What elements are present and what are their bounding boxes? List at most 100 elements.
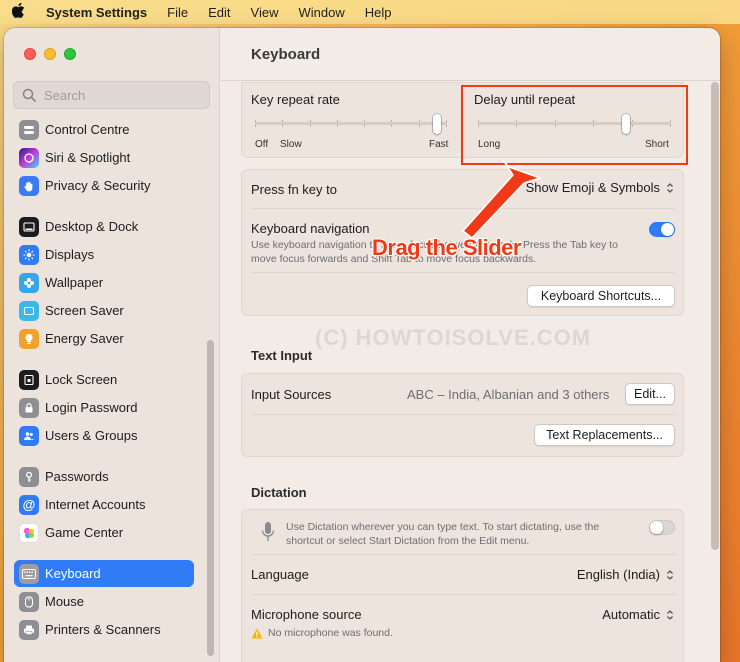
dictation-heading: Dictation [251,485,307,500]
sidebar-item-label: Displays [45,247,95,262]
minimize-window-button[interactable] [44,48,56,60]
sidebar-item-label: Wallpaper [45,275,104,290]
sidebar-item-label: Internet Accounts [45,497,146,512]
search-placeholder: Search [44,87,86,103]
menu-app-name[interactable]: System Settings [46,5,147,20]
flower-icon [19,272,39,293]
sidebar-item-label: Screen Saver [45,303,124,318]
dictation-toggle[interactable] [649,520,675,535]
sidebar-item-mouse[interactable]: Mouse [14,588,194,615]
microphone-warning: No microphone was found. [268,627,393,639]
sidebar-item-control-centre[interactable]: Control Centre [14,116,194,143]
search-icon [22,88,36,102]
sidebar-item-label: Login Password [45,400,138,415]
menu-help[interactable]: Help [365,5,392,20]
language-popup[interactable]: English (India) [577,567,674,582]
sidebar-item-printers-scanners[interactable]: Printers & Scanners [14,616,194,643]
at-icon: @ [19,494,39,515]
chevron-updown-icon [666,182,674,194]
text-replacements-button[interactable]: Text Replacements... [534,424,675,446]
microphone-source-value: Automatic [602,607,660,622]
bulb-icon [19,328,39,349]
dictation-card: Use Dictation wherever you can type text… [241,509,684,662]
sidebar-item-desktop-dock[interactable]: Desktop & Dock [14,213,194,240]
sidebar-item-game-center[interactable]: Game Center [14,519,194,546]
key-repeat-label: Key repeat rate [251,92,340,107]
apple-menu-icon[interactable] [11,2,30,21]
key-icon [19,466,39,487]
sidebar-item-label: Game Center [45,525,124,540]
key-repeat-off-label: Off [255,139,269,150]
sidebar-item-label: Privacy & Security [45,178,151,193]
sidebar-item-internet-accounts[interactable]: @ Internet Accounts [14,491,194,518]
row-divider [252,272,675,273]
menu-edit[interactable]: Edit [208,5,230,20]
microphone-icon [261,521,275,546]
key-repeat-slow-label: Slow [280,139,302,150]
slider-track [255,122,447,125]
sidebar-item-passwords[interactable]: Passwords [14,463,194,490]
input-sources-value: ABC – India, Albanian and 3 others [407,387,610,402]
sidebar-item-label: Printers & Scanners [45,622,161,637]
sidebar-item-lock-screen[interactable]: Lock Screen [14,366,194,393]
control-centre-icon [19,119,39,140]
warning-icon [251,627,263,642]
input-sources-label: Input Sources [251,387,332,402]
text-input-heading: Text Input [251,348,313,363]
sidebar-item-label: Users & Groups [45,428,138,443]
chevron-updown-icon [666,609,674,621]
language-label: Language [251,567,309,582]
printer-icon [19,619,39,640]
microphone-source-label: Microphone source [251,607,362,622]
sidebar-item-label: Control Centre [45,122,130,137]
lock-screen-icon [19,369,39,390]
hand-icon [19,175,39,196]
key-repeat-slider[interactable] [255,112,447,136]
page-title: Keyboard [251,46,321,63]
sidebar-item-energy-saver[interactable]: Energy Saver [14,325,194,352]
close-window-button[interactable] [24,48,36,60]
sidebar: Search Control Centre Siri & Spotlight P… [4,28,220,662]
sidebar-item-label: Keyboard [45,566,101,581]
sidebar-item-wallpaper[interactable]: Wallpaper [14,269,194,296]
annotation-highlight-box [461,85,688,165]
menu-bar: System Settings File Edit View Window He… [0,0,740,24]
sidebar-item-keyboard[interactable]: Keyboard [14,560,194,587]
microphone-source-popup[interactable]: Automatic [602,607,674,622]
main-scrollbar[interactable] [711,82,719,550]
sun-icon [19,244,39,265]
sidebar-scrollbar[interactable] [207,340,214,656]
sidebar-item-privacy-security[interactable]: Privacy & Security [14,172,194,199]
dictation-description: Use Dictation wherever you can type text… [286,521,600,547]
sidebar-item-label: Desktop & Dock [45,219,139,234]
zoom-window-button[interactable] [64,48,76,60]
search-field[interactable]: Search [13,81,210,109]
sidebar-item-label: Mouse [45,594,85,609]
keyboard-shortcuts-button[interactable]: Keyboard Shortcuts... [527,285,675,307]
chevron-updown-icon [666,569,674,581]
fn-key-popup[interactable]: Show Emoji & Symbols [526,180,674,195]
siri-icon [19,147,39,168]
dock-icon [19,216,39,237]
input-sources-edit-button[interactable]: Edit... [625,383,675,405]
sidebar-item-label: Lock Screen [45,372,118,387]
fn-key-label: Press fn key to [251,182,337,197]
menu-window[interactable]: Window [298,5,344,20]
sidebar-item-displays[interactable]: Displays [14,241,194,268]
keyboard-nav-toggle[interactable] [649,222,675,237]
users-icon [19,425,39,446]
title-divider [221,80,720,81]
sidebar-item-siri-spotlight[interactable]: Siri & Spotlight [14,144,194,171]
keyboard-nav-label: Keyboard navigation [251,221,370,236]
text-input-card: Input Sources ABC – India, Albanian and … [241,373,684,457]
row-divider [252,208,675,209]
game-center-icon [19,522,39,543]
key-repeat-fast-label: Fast [429,139,449,150]
menu-view[interactable]: View [251,5,279,20]
sidebar-item-users-groups[interactable]: Users & Groups [14,422,194,449]
key-repeat-slider-thumb[interactable] [433,114,441,134]
sidebar-item-screen-saver[interactable]: Screen Saver [14,297,194,324]
row-divider [252,594,675,595]
menu-file[interactable]: File [167,5,188,20]
sidebar-item-login-password[interactable]: Login Password [14,394,194,421]
